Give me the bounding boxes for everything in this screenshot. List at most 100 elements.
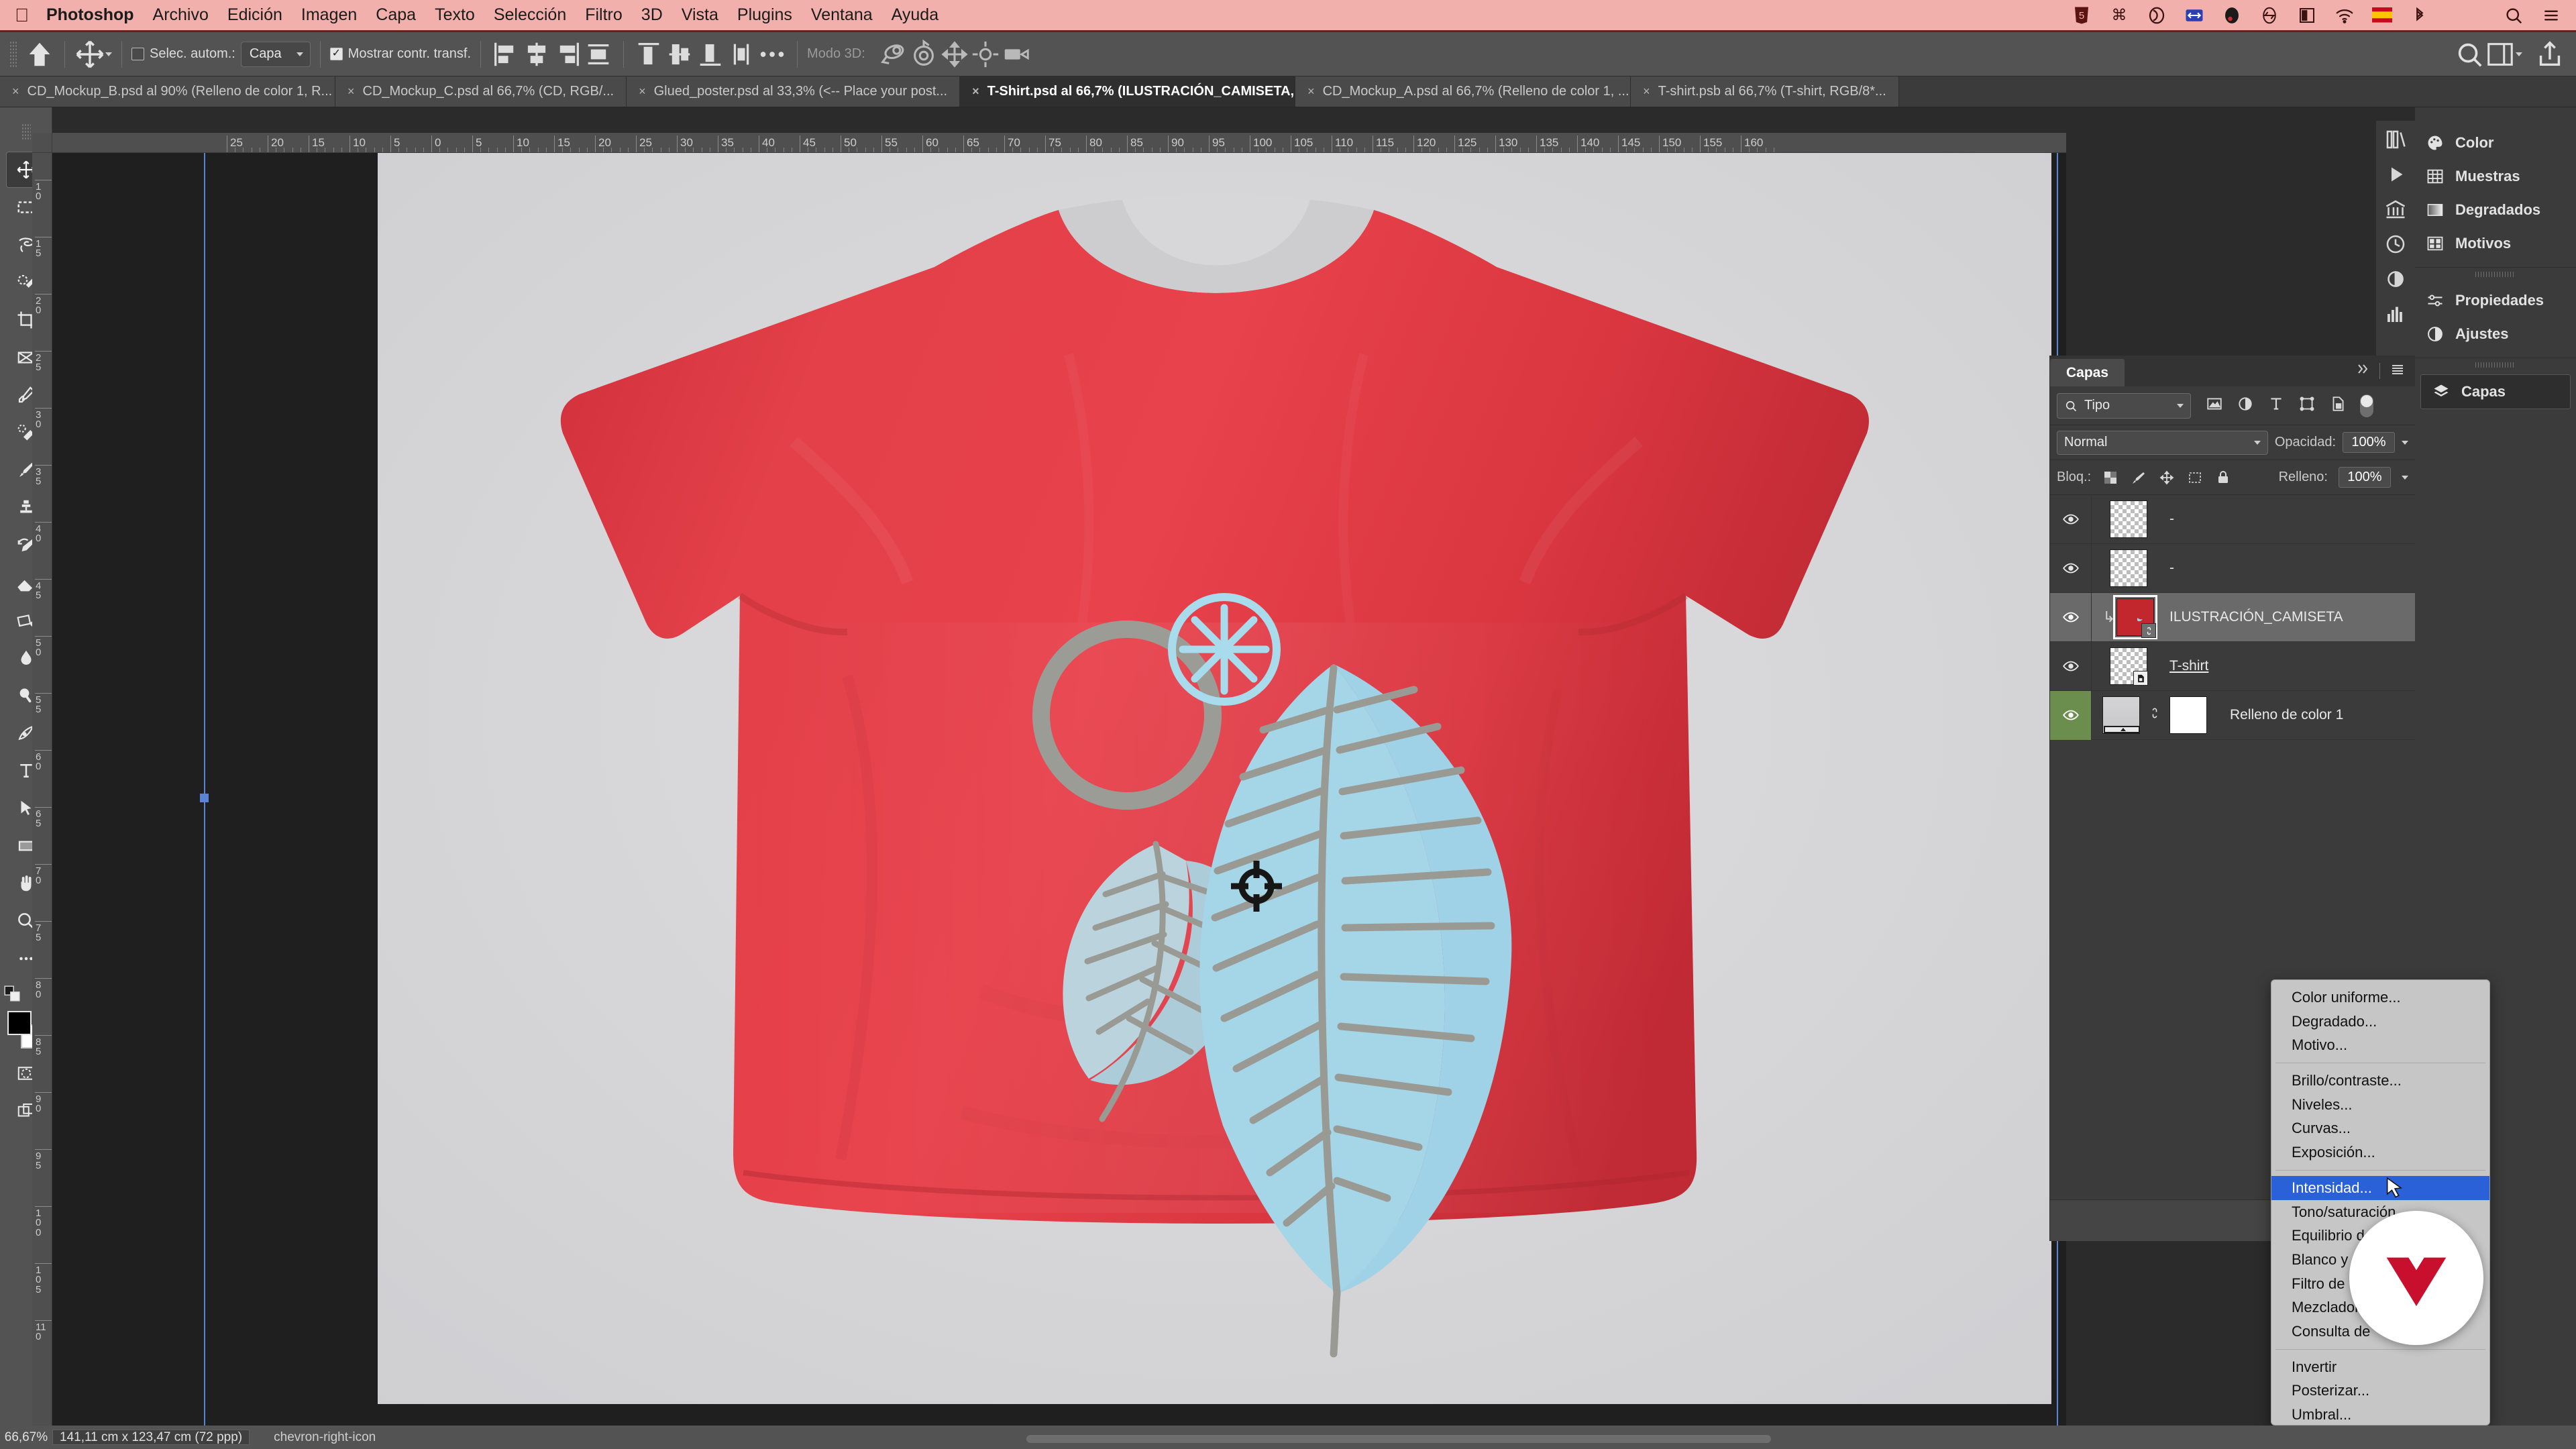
chevron-down-icon[interactable] (2516, 52, 2522, 56)
horizontal-scrollbar[interactable] (1026, 1435, 1771, 1443)
apple-icon[interactable]:  (15, 5, 29, 25)
canvas-area[interactable] (52, 153, 2066, 1426)
zoom-level[interactable]: 66,67% (0, 1430, 52, 1445)
lock-artboard-icon[interactable] (2186, 469, 2204, 486)
command-icon[interactable]: ⌘ (2109, 5, 2129, 25)
bluetooth-icon[interactable] (2410, 5, 2430, 25)
chevron-right-icon[interactable]: chevron-right-icon (274, 1430, 376, 1445)
menu-item-degradado[interactable]: Degradado... (2271, 1010, 2489, 1034)
layer-thumbnail-box[interactable]: ↳ (2092, 595, 2165, 639)
align-top-icon[interactable] (633, 39, 664, 70)
rail-group-handle[interactable] (2475, 362, 2516, 368)
filter-enable-toggle[interactable] (2360, 394, 2373, 417)
rail-item-color[interactable]: Color (2415, 126, 2576, 160)
menu-item-exposicion[interactable]: Exposición... (2271, 1140, 2489, 1165)
menu-item-brillo-contraste[interactable]: Brillo/contraste... (2271, 1069, 2489, 1093)
adjustment-filter-icon[interactable] (2237, 395, 2254, 416)
menu-item-color-uniforme[interactable]: Color uniforme... (2271, 985, 2489, 1010)
chevron-double-right-icon[interactable] (2354, 361, 2370, 380)
dropbox-icon[interactable] (2147, 5, 2167, 25)
html5-icon[interactable]: 5 (2072, 5, 2092, 25)
menu-ventana[interactable]: Ventana (811, 5, 873, 25)
fill-chevron-icon[interactable] (2402, 475, 2408, 480)
rail-group-handle[interactable] (2475, 272, 2516, 277)
layer-visibility-toggle[interactable] (2050, 641, 2092, 691)
pan-3d-icon[interactable] (939, 39, 970, 70)
rail-item-ajustes[interactable]: Ajustes (2415, 317, 2576, 351)
lock-position-icon[interactable] (2158, 469, 2176, 486)
layer-row[interactable]: T-shirt (2050, 641, 2415, 691)
layer-visibility-toggle[interactable] (2050, 543, 2092, 593)
lock-transparent-pixels-icon[interactable] (2102, 469, 2119, 486)
layer-name[interactable]: - (2165, 560, 2174, 576)
lock-image-pixels-icon[interactable] (2130, 469, 2147, 486)
type-filter-icon[interactable] (2267, 395, 2285, 416)
close-icon[interactable]: × (1643, 85, 1650, 99)
menu-vista[interactable]: Vista (682, 5, 718, 25)
menu-capa[interactable]: Capa (376, 5, 416, 25)
rail-item-propiedades[interactable]: Propiedades (2415, 284, 2576, 317)
mask-link-icon[interactable] (2148, 706, 2161, 724)
home-icon[interactable] (24, 39, 55, 70)
document-tab[interactable]: × CD_Mockup_A.psd al 66,7% (Relleno de c… (1295, 76, 1631, 107)
wifi-icon[interactable] (2334, 5, 2355, 25)
rail-item-capas[interactable]: Capas (2420, 374, 2571, 409)
layer-visibility-toggle[interactable] (2050, 592, 2092, 642)
show-transform-controls-checkbox[interactable] (329, 46, 343, 60)
search-icon[interactable] (2454, 39, 2485, 70)
menu-ayuda[interactable]: Ayuda (892, 5, 938, 25)
history-icon[interactable] (2383, 232, 2408, 256)
lock-all-icon[interactable] (2214, 469, 2232, 486)
blend-mode-dropdown[interactable]: Normal (2057, 430, 2268, 455)
more-options-icon[interactable] (757, 39, 788, 70)
menu-item-tono-saturacion[interactable]: Tono/saturación... (2271, 1200, 2489, 1224)
layer-visibility-toggle[interactable] (2050, 494, 2092, 544)
slide-3d-icon[interactable] (970, 39, 1001, 70)
layer-name[interactable]: Relleno de color 1 (2226, 707, 2343, 723)
layer-name[interactable]: ILUSTRACIÓN_CAMISETA (2165, 609, 2343, 625)
opacity-value[interactable]: 100% (2343, 432, 2395, 453)
menu-item-invertir[interactable]: Invertir (2271, 1355, 2489, 1379)
layer-name[interactable]: - (2165, 511, 2174, 527)
adjustments-icon[interactable] (2383, 267, 2408, 291)
rail-item-degradados[interactable]: Degradados (2415, 193, 2576, 227)
menu-photoshop[interactable]: Photoshop (46, 5, 134, 25)
shape-filter-icon[interactable] (2298, 395, 2316, 416)
menu-3d[interactable]: 3D (641, 5, 663, 25)
histogram-icon[interactable] (2383, 302, 2408, 326)
bank-icon[interactable] (2383, 197, 2408, 221)
auto-select-scope-dropdown[interactable]: Capa (240, 41, 311, 67)
close-icon[interactable]: × (12, 85, 19, 99)
menu-item-motivo[interactable]: Motivo... (2271, 1033, 2489, 1057)
spain-flag-icon[interactable] (2372, 5, 2392, 25)
document-tab-active[interactable]: × T-Shirt.psd al 66,7% (ILUSTRACIÓN_CAMI… (960, 76, 1358, 107)
share-icon[interactable] (2534, 39, 2565, 70)
document-dimensions[interactable]: 141,11 cm x 123,47 cm (72 ppp) (52, 1430, 250, 1445)
roll-3d-icon[interactable] (908, 39, 939, 70)
artboard[interactable] (378, 153, 2051, 1404)
panel-menu-icon[interactable] (2390, 361, 2406, 380)
control-center-icon[interactable] (2541, 5, 2561, 25)
distribute-v-icon[interactable] (726, 39, 757, 70)
display-icon[interactable] (2297, 5, 2317, 25)
align-right-icon[interactable] (552, 39, 583, 70)
options-bar-grip[interactable] (9, 40, 17, 68)
opacity-chevron-icon[interactable] (2402, 440, 2408, 445)
layer-thumbnail-box[interactable] (2092, 647, 2165, 686)
rail-item-motivos[interactable]: Motivos (2415, 227, 2576, 260)
align-center-h-icon[interactable] (521, 39, 552, 70)
rotate-3d-icon[interactable] (877, 39, 908, 70)
fill-value[interactable]: 100% (2339, 467, 2391, 488)
menu-plugins[interactable]: Plugins (737, 5, 792, 25)
layer-filter-type-dropdown[interactable]: Tipo (2057, 392, 2191, 419)
layer-thumbnail-box[interactable] (2092, 549, 2165, 587)
tool-preset-chevron-icon[interactable] (105, 52, 112, 56)
close-icon[interactable]: × (972, 85, 979, 99)
layer-name[interactable]: T-shirt (2165, 658, 2208, 674)
libraries-icon[interactable] (2383, 127, 2408, 152)
distribute-h-icon[interactable] (583, 39, 614, 70)
layer-visibility-toggle[interactable] (2050, 690, 2092, 740)
layer-mask-thumbnail[interactable] (2169, 696, 2207, 734)
layer-thumbnail-box[interactable] (2092, 696, 2226, 734)
guide-handle[interactable] (200, 794, 209, 802)
